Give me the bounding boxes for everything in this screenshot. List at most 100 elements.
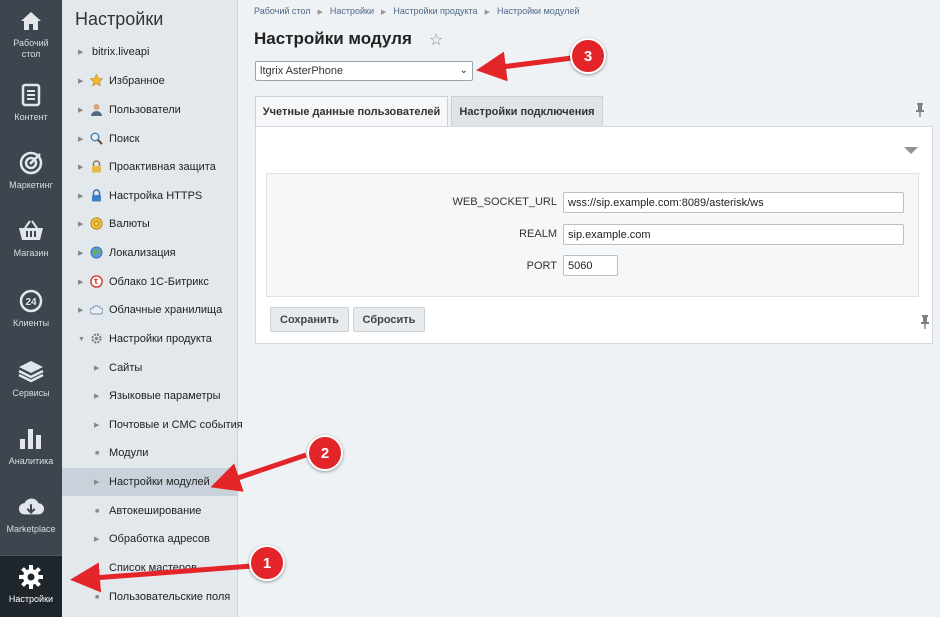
breadcrumb-separator-icon: ▶ xyxy=(381,9,387,16)
expand-arrow-icon[interactable]: ▶ xyxy=(78,106,86,114)
menu-item-clients[interactable]: 24 Клиенты xyxy=(0,280,62,348)
pin-icon[interactable] xyxy=(915,103,925,120)
tree-item-label: Языковые параметры xyxy=(109,390,221,402)
annotation-badge-3: 3 xyxy=(570,38,606,74)
field-label-realm: REALM xyxy=(519,228,557,240)
coin-icon xyxy=(90,217,103,230)
port-input[interactable]: 5060 xyxy=(563,255,618,276)
field-label-web-socket-url: WEB_SOCKET_URL xyxy=(452,196,557,208)
tree-item-address-processing[interactable]: ▶ Обработка адресов xyxy=(62,525,238,553)
expand-arrow-icon[interactable]: ▶ xyxy=(78,220,86,228)
expand-arrow-icon[interactable]: ▶ xyxy=(94,535,102,543)
breadcrumb-link[interactable]: Настройки продукта xyxy=(393,6,477,16)
tree-title: Настройки xyxy=(75,9,164,29)
breadcrumb-separator-icon: ▶ xyxy=(317,9,323,16)
tab-connection-settings[interactable]: Настройки подключения xyxy=(451,96,603,127)
expand-arrow-icon[interactable]: ▶ xyxy=(94,478,102,486)
expand-arrow-icon[interactable]: ▶ xyxy=(78,306,86,314)
save-button[interactable]: Сохранить xyxy=(270,307,349,332)
tree-item-autocache[interactable]: ■ Автокеширование xyxy=(62,497,238,525)
user-icon xyxy=(90,103,103,116)
tree-item-sites[interactable]: ▶ Сайты xyxy=(62,354,238,382)
menu-item-content[interactable]: Контент xyxy=(0,74,62,142)
expand-arrow-icon[interactable]: ▶ xyxy=(78,278,86,286)
annotation-badge-2: 2 xyxy=(307,435,343,471)
tree-item-localization[interactable]: ▶ Локализация xyxy=(62,239,238,267)
menu-item-label: Сервисы xyxy=(12,388,50,398)
tree-item-wizards-list[interactable]: ■ Список мастеров xyxy=(62,554,238,582)
breadcrumb-link[interactable]: Рабочий стол xyxy=(254,6,311,16)
breadcrumb-separator-icon: ▶ xyxy=(484,9,490,16)
menu-item-analytics[interactable]: Аналитика xyxy=(0,418,62,486)
expand-arrow-icon[interactable]: ▶ xyxy=(78,192,86,200)
tree-item-cloud-storage[interactable]: ▶ Облачные хранилища xyxy=(62,296,238,324)
tree-item-label: Облачные хранилища xyxy=(109,304,223,316)
basket-icon xyxy=(18,218,44,244)
tree-item-label: Пользовательские поля xyxy=(109,591,231,603)
expand-arrow-icon[interactable]: ▶ xyxy=(78,48,86,56)
bullet-icon: ■ xyxy=(95,507,100,515)
tree-item-user-fields[interactable]: ■ Пользовательские поля xyxy=(62,583,238,611)
expand-arrow-icon[interactable]: ▶ xyxy=(94,392,102,400)
tree-item-modules[interactable]: ■ Модули xyxy=(62,439,238,467)
search-icon xyxy=(90,132,103,145)
expand-arrow-icon[interactable]: ▶ xyxy=(78,163,86,171)
expand-arrow-icon[interactable]: ▶ xyxy=(78,135,86,143)
main-menu-bar: Рабочий стол Контент Маркетинг Магазин 2… xyxy=(0,0,62,617)
reset-button[interactable]: Сбросить xyxy=(353,307,425,332)
breadcrumb-link[interactable]: Настройки модулей xyxy=(497,6,579,16)
menu-item-settings[interactable]: Настройки xyxy=(0,555,62,617)
menu-item-services[interactable]: Сервисы xyxy=(0,350,62,418)
tree-item-label: Валюты xyxy=(109,218,150,230)
bullet-icon: ■ xyxy=(95,449,100,457)
tree-item-label: Автокеширование xyxy=(109,505,202,517)
tree-item-label: Избранное xyxy=(109,75,165,87)
expand-arrow-icon[interactable]: ▶ xyxy=(94,421,102,429)
tree-item-module-settings[interactable]: ▶ Настройки модулей xyxy=(62,468,238,496)
tree-item-favorites[interactable]: ▶ Избранное xyxy=(62,67,238,95)
menu-item-marketplace[interactable]: Marketplace xyxy=(0,486,62,554)
menu-item-label: Маркетинг xyxy=(9,180,53,190)
cloud-storage-icon xyxy=(89,303,104,316)
web-socket-url-input[interactable]: wss://sip.example.com:8089/asterisk/ws xyxy=(563,192,904,213)
expand-arrow-icon[interactable]: ▶ xyxy=(78,249,86,257)
collapse-arrow-icon[interactable]: ▼ xyxy=(78,336,86,343)
menu-item-marketing[interactable]: Маркетинг xyxy=(0,142,62,210)
tree-item-label: Настройка HTTPS xyxy=(109,190,203,202)
expand-arrow-icon[interactable]: ▶ xyxy=(78,77,86,85)
breadcrumb-link[interactable]: Настройки xyxy=(330,6,374,16)
tree-item-language-params[interactable]: ▶ Языковые параметры xyxy=(62,382,238,410)
tree-item-https[interactable]: ▶ Настройка HTTPS xyxy=(62,182,238,210)
globe-icon xyxy=(90,246,103,259)
bullet-icon: ■ xyxy=(95,564,100,572)
realm-input[interactable]: sip.example.com xyxy=(563,224,904,245)
annotation-badge-1: 1 xyxy=(249,545,285,581)
favorite-star-icon[interactable]: ☆ xyxy=(429,30,443,50)
tree-item-search[interactable]: ▶ Поиск xyxy=(62,125,238,153)
home-icon xyxy=(18,8,44,34)
tree-item-mail-sms-events[interactable]: ▶ Почтовые и СМС события xyxy=(62,411,243,439)
tree-item-label: Обработка адресов xyxy=(109,533,210,545)
tree-item-cloud-1c[interactable]: ▶ Облако 1С-Битрикс xyxy=(62,268,238,296)
tree-item-label: Проактивная защита xyxy=(109,161,216,173)
expand-arrow-icon[interactable]: ▶ xyxy=(94,364,102,372)
tree-item-currencies[interactable]: ▶ Валюты xyxy=(62,210,238,238)
menu-item-label: Marketplace xyxy=(6,524,56,534)
tree-item-proactive-protection[interactable]: ▶ Проактивная защита xyxy=(62,153,238,181)
collapse-triangle-icon[interactable] xyxy=(904,147,918,154)
tree-item-product-settings[interactable]: ▼ Настройки продукта xyxy=(62,325,238,353)
tree-item-label: Настройки продукта xyxy=(109,333,212,345)
pin-icon[interactable] xyxy=(920,315,930,332)
chevron-down-icon: ⌄ xyxy=(459,65,468,76)
menu-item-desktop[interactable]: Рабочий стол xyxy=(0,0,62,68)
tab-user-credentials[interactable]: Учетные данные пользователей xyxy=(255,96,448,127)
settings-icon xyxy=(90,332,103,345)
tree-item-bitrix-liveapi[interactable]: ▶ bitrix.liveapi xyxy=(62,38,238,66)
menu-item-shop[interactable]: Магазин xyxy=(0,210,62,278)
lock-icon xyxy=(90,160,103,173)
module-select[interactable]: ltgrix AsterPhone ⌄ xyxy=(255,61,473,81)
tree-item-users[interactable]: ▶ Пользователи xyxy=(62,96,238,124)
page-title: Настройки модуля xyxy=(254,29,412,48)
tree-item-label: Список мастеров xyxy=(109,562,197,574)
menu-item-label: Рабочий стол xyxy=(13,38,49,59)
